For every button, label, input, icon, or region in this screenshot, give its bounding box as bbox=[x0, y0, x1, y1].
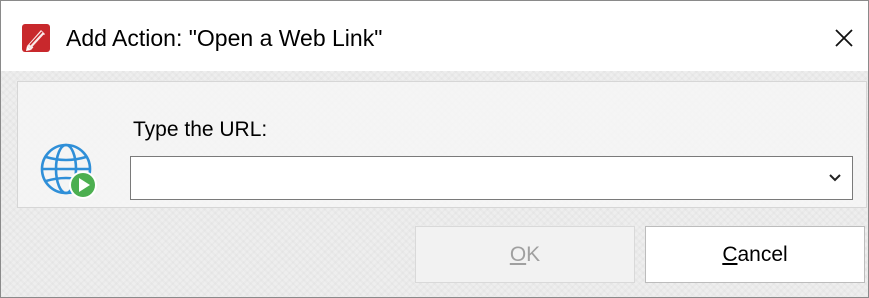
cancel-mnemonic: C bbox=[722, 242, 738, 266]
chevron-down-icon bbox=[829, 174, 841, 182]
cancel-label-rest: ancel bbox=[737, 242, 788, 266]
title-bar: Add Action: "Open a Web Link" bbox=[1, 1, 868, 71]
pdf-editor-app-icon bbox=[22, 24, 50, 52]
url-dropdown-button[interactable] bbox=[818, 157, 852, 199]
close-icon bbox=[835, 29, 853, 47]
url-input[interactable] bbox=[133, 159, 825, 197]
url-group: Type the URL: bbox=[17, 81, 867, 208]
url-label: Type the URL: bbox=[133, 118, 268, 141]
dialog-body: Type the URL: OK Cancel bbox=[1, 71, 868, 297]
add-action-dialog: Add Action: "Open a Web Link" Type the U… bbox=[0, 0, 869, 298]
dialog-title: Add Action: "Open a Web Link" bbox=[66, 25, 383, 51]
ok-label-rest: K bbox=[526, 242, 541, 266]
close-button[interactable] bbox=[827, 21, 861, 55]
cancel-button[interactable]: Cancel bbox=[645, 226, 865, 283]
ok-button[interactable]: OK bbox=[415, 226, 635, 283]
url-combobox[interactable] bbox=[130, 156, 853, 200]
ok-mnemonic: O bbox=[509, 242, 527, 266]
globe-play-icon bbox=[40, 143, 97, 199]
